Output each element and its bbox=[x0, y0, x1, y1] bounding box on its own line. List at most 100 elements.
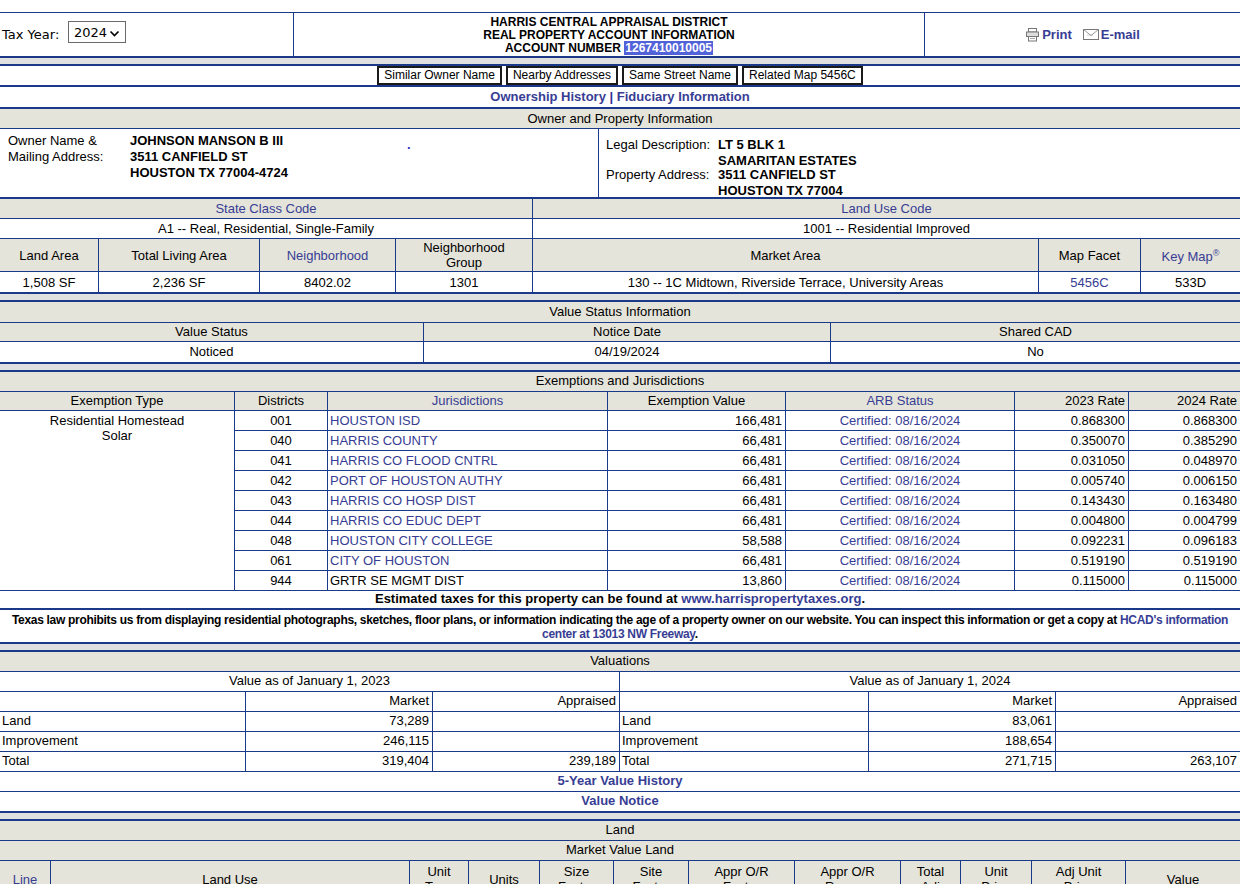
email-link[interactable]: E-mail bbox=[1101, 27, 1140, 42]
key-map-link[interactable]: Key Map® bbox=[1162, 246, 1220, 264]
fiduciary-information-link[interactable]: Fiduciary Information bbox=[617, 89, 750, 104]
neighborhood-link[interactable]: Neighborhood bbox=[287, 248, 369, 263]
legal-description-label: Legal Description: bbox=[606, 137, 710, 153]
district-code: 048 bbox=[235, 531, 328, 550]
site-factor-header: Site Factor bbox=[614, 861, 689, 884]
district-code: 040 bbox=[235, 431, 328, 450]
five-year-value-history-link[interactable]: 5-Year Value History bbox=[557, 773, 682, 788]
tax-year-label: Tax Year: bbox=[2, 27, 59, 42]
property-address-value: 3511 CANFIELD ST HOUSTON TX 77004 bbox=[718, 167, 843, 199]
related-map-button[interactable]: Related Map 5456C bbox=[742, 66, 863, 85]
row-label: Improvement bbox=[620, 732, 869, 751]
section-divider bbox=[0, 294, 1240, 302]
jurisdiction-name: HOUSTON ISD bbox=[328, 411, 608, 430]
value-notice-row: Value Notice bbox=[0, 792, 1240, 813]
rate-2024-header: 2024 Rate bbox=[1129, 392, 1240, 410]
value-status-header-row: Value Status Notice Date Shared CAD bbox=[0, 323, 1240, 342]
exemption-value: 66,481 bbox=[608, 471, 786, 490]
key-map-header: Key Map® bbox=[1141, 239, 1240, 271]
jurisdiction-row: 042 PORT OF HOUSTON AUTHY 66,481 Certifi… bbox=[235, 471, 1240, 491]
arb-status-date-link[interactable]: Certified: 08/16/2024 bbox=[840, 513, 961, 528]
tax-year-select[interactable]: 2024 bbox=[68, 21, 126, 43]
period: . bbox=[861, 591, 865, 606]
arb-status-date-link[interactable]: Certified: 08/16/2024 bbox=[840, 473, 961, 488]
appr-or-reason-header: Appr O/R Reason bbox=[795, 861, 901, 884]
rate-2023: 0.350070 bbox=[1015, 431, 1129, 450]
line-header: Line bbox=[0, 861, 51, 884]
arb-status-date-link[interactable]: Certified: 08/16/2024 bbox=[840, 453, 961, 468]
arb-status: Certified: 08/16/2024 bbox=[786, 411, 1015, 430]
market-value: 319,404 bbox=[246, 752, 433, 771]
estimated-taxes-row: Estimated taxes for this property can be… bbox=[0, 591, 1240, 610]
rate-2023: 0.115000 bbox=[1015, 571, 1129, 590]
arb-status: Certified: 08/16/2024 bbox=[786, 451, 1015, 470]
exemption-value: 66,481 bbox=[608, 511, 786, 530]
market-value-land-header: Market Value Land bbox=[0, 841, 1240, 861]
jurisdiction-name: HARRIS CO FLOOD CNTRL bbox=[328, 451, 608, 470]
section-divider bbox=[0, 642, 1240, 652]
arb-status-date-link[interactable]: Certified: 08/16/2024 bbox=[840, 573, 961, 588]
arb-status-date-link[interactable]: Certified: 08/16/2024 bbox=[840, 533, 961, 548]
appraised-2023-header: Appraised bbox=[433, 692, 620, 711]
section-divider bbox=[0, 813, 1240, 821]
jurisdiction-link[interactable]: HARRIS CO HOSP DIST bbox=[330, 493, 476, 508]
link-separator: | bbox=[610, 89, 614, 104]
jurisdiction-name: HARRIS COUNTY bbox=[328, 431, 608, 450]
rate-2023: 0.092231 bbox=[1015, 531, 1129, 550]
printer-icon bbox=[1025, 28, 1040, 42]
jurisdiction-link[interactable]: HOUSTON ISD bbox=[330, 413, 420, 428]
jurisdiction-row: 044 HARRIS CO EDUC DEPT 66,481 Certified… bbox=[235, 511, 1240, 531]
shared-cad-header: Shared CAD bbox=[831, 323, 1240, 341]
valuation-row-total: Total 319,404 239,189 Total 271,715 263,… bbox=[0, 752, 1240, 772]
arb-status-date-link[interactable]: Certified: 08/16/2024 bbox=[840, 493, 961, 508]
land-use-code-link[interactable]: Land Use Code bbox=[841, 201, 931, 216]
jurisdictions-link[interactable]: Jurisdictions bbox=[432, 393, 504, 408]
value-status-value: Noticed bbox=[0, 342, 424, 362]
print-link[interactable]: Print bbox=[1042, 27, 1072, 42]
map-facet-link[interactable]: 5456C bbox=[1070, 275, 1108, 290]
market-value: 271,715 bbox=[869, 752, 1056, 771]
total-adj-header: Total Adj bbox=[901, 861, 961, 884]
spacer-cell bbox=[620, 692, 869, 711]
neighborhood-value: 8402.02 bbox=[260, 272, 396, 292]
jurisdiction-link[interactable]: CITY OF HOUSTON bbox=[330, 553, 449, 568]
arb-status-date-link[interactable]: Certified: 08/16/2024 bbox=[840, 433, 961, 448]
jurisdiction-row: 043 HARRIS CO HOSP DIST 66,481 Certified… bbox=[235, 491, 1240, 511]
rate-2024: 0.163480 bbox=[1129, 491, 1240, 510]
line-link[interactable]: Line bbox=[13, 872, 38, 884]
account-number-label: ACCOUNT NUMBER bbox=[505, 41, 621, 55]
arb-status-date-link[interactable]: Certified: 08/16/2024 bbox=[840, 413, 961, 428]
ownership-history-link[interactable]: Ownership History bbox=[490, 89, 606, 104]
state-class-code-link[interactable]: State Class Code bbox=[215, 201, 316, 216]
market-value: 73,289 bbox=[246, 712, 433, 731]
same-street-name-button[interactable]: Same Street Name bbox=[622, 66, 738, 85]
land-use-header: Land Use bbox=[51, 861, 410, 884]
arb-status-date-link[interactable]: Certified: 08/16/2024 bbox=[840, 553, 961, 568]
jurisdiction-link[interactable]: HARRIS COUNTY bbox=[330, 433, 438, 448]
rate-2024: 0.868300 bbox=[1129, 411, 1240, 430]
legal-description-value: LT 5 BLK 1 SAMARITAN ESTATES bbox=[718, 137, 857, 169]
district-code: 044 bbox=[235, 511, 328, 530]
rate-2023: 0.031050 bbox=[1015, 451, 1129, 470]
legal-notice: Texas law prohibits us from displaying r… bbox=[0, 610, 1240, 642]
appraised-value bbox=[1056, 712, 1240, 731]
jurisdiction-link[interactable]: HARRIS CO EDUC DEPT bbox=[330, 513, 481, 528]
jurisdiction-link[interactable]: HARRIS CO FLOOD CNTRL bbox=[330, 453, 498, 468]
owner-dot: . bbox=[407, 137, 411, 152]
property-taxes-link[interactable]: www.harrispropertytaxes.org bbox=[681, 591, 861, 606]
rate-2023: 0.143430 bbox=[1015, 491, 1129, 510]
appraised-value bbox=[433, 712, 620, 731]
jurisdiction-link[interactable]: PORT OF HOUSTON AUTHY bbox=[330, 473, 503, 488]
arb-status-link[interactable]: ARB Status bbox=[866, 393, 933, 408]
exemption-value: 66,481 bbox=[608, 431, 786, 450]
value-notice-link[interactable]: Value Notice bbox=[581, 793, 658, 808]
rate-2024: 0.004799 bbox=[1129, 511, 1240, 530]
unit-type-header: Unit Type bbox=[410, 861, 469, 884]
nearby-addresses-button[interactable]: Nearby Addresses bbox=[506, 66, 618, 85]
class-code-header-row: State Class Code Land Use Code bbox=[0, 199, 1240, 219]
district-code: 061 bbox=[235, 551, 328, 570]
exemptions-header-row: Exemption Type Districts Jurisdictions E… bbox=[0, 392, 1240, 411]
jurisdiction-link[interactable]: HOUSTON CITY COLLEGE bbox=[330, 533, 493, 548]
market-value: 83,061 bbox=[869, 712, 1056, 731]
similar-owner-name-button[interactable]: Similar Owner Name bbox=[377, 66, 502, 85]
